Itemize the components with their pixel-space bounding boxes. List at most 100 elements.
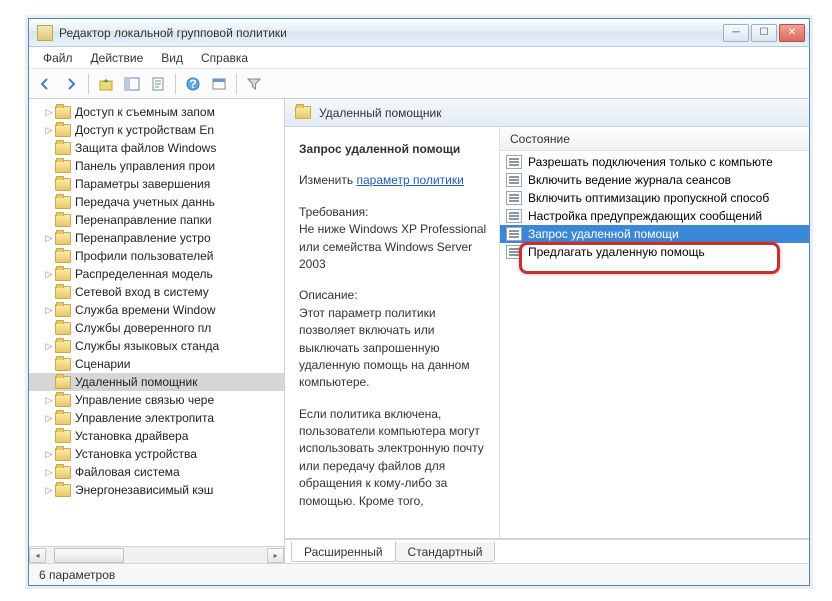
menu-file[interactable]: Файл: [35, 49, 81, 67]
edit-policy-link[interactable]: параметр политики: [356, 173, 463, 187]
expand-icon[interactable]: ▷: [43, 125, 55, 136]
tree-item[interactable]: Защита файлов Windows: [29, 139, 284, 157]
export-button[interactable]: [146, 72, 170, 96]
menu-view[interactable]: Вид: [153, 49, 191, 67]
change-label: Изменить: [299, 173, 353, 187]
maximize-button[interactable]: ☐: [751, 24, 777, 42]
list-item-label: Запрос удаленной помощи: [528, 227, 679, 241]
list-item-label: Разрешать подключения только с компьюте: [528, 155, 773, 169]
tree-item[interactable]: ▷Управление электропита: [29, 409, 284, 427]
tree-item[interactable]: ▷ Распределенная модель: [29, 265, 284, 283]
tree-item[interactable]: Удаленный помощник: [29, 373, 284, 391]
tree-item-label: Параметры завершения: [75, 177, 210, 191]
tree-item[interactable]: ▷Управление связью чере: [29, 391, 284, 409]
tree-item-label: Доступ к устройствам En: [75, 123, 214, 137]
forward-button[interactable]: [59, 72, 83, 96]
policy-icon: [506, 173, 522, 187]
tree-item-label: Защита файлов Windows: [75, 141, 216, 155]
list-item[interactable]: Разрешать подключения только с компьюте: [500, 153, 809, 171]
list-item[interactable]: Предлагать удаленную помощь: [500, 243, 809, 261]
tree-panel[interactable]: ▷ Доступ к съемным запом ▷ Доступ к устройс…: [29, 99, 285, 563]
tree-item-label: Сетевой вход в систему: [75, 285, 209, 299]
tab-standard[interactable]: Стандартный: [395, 541, 496, 562]
scroll-left-button[interactable]: ◂: [29, 548, 46, 563]
tree-item-label: Служба времени Window: [75, 303, 216, 317]
tree-item-label: Доступ к съемным запом: [75, 105, 215, 119]
menubar: Файл Действие Вид Справка: [29, 47, 809, 69]
tree-item[interactable]: Передача учетных даннь: [29, 193, 284, 211]
tree-item[interactable]: Установка драйвера: [29, 427, 284, 445]
list-item[interactable]: Включить оптимизацию пропускной способ: [500, 189, 809, 207]
folder-icon: [55, 484, 71, 497]
scroll-right-button[interactable]: ▸: [267, 548, 284, 563]
tree-item[interactable]: Профили пользователей: [29, 247, 284, 265]
requirements-heading: Требования:: [299, 204, 487, 221]
list-item[interactable]: Запрос удаленной помощи: [500, 225, 809, 243]
tree-item-label: Установка устройства: [75, 447, 197, 461]
tree-item[interactable]: ▷ Доступ к устройствам En: [29, 121, 284, 139]
folder-icon: [55, 160, 71, 173]
tree-item[interactable]: Перенаправление папки: [29, 211, 284, 229]
tab-extended[interactable]: Расширенный: [291, 541, 396, 562]
menu-action[interactable]: Действие: [83, 49, 152, 67]
filter-button[interactable]: [242, 72, 266, 96]
policy-list[interactable]: Состояние Разрешать подключения только с…: [499, 127, 809, 538]
tree-item[interactable]: ▷ Установка устройства: [29, 445, 284, 463]
tree-hscroll[interactable]: ◂ ▸: [29, 546, 284, 563]
expand-icon[interactable]: ▷: [43, 107, 55, 118]
tree-item[interactable]: ▷ Перенаправление устро: [29, 229, 284, 247]
tree-item-label: Перенаправление устро: [75, 231, 211, 245]
tree-item[interactable]: Панель управления прои: [29, 157, 284, 175]
folder-icon: [55, 124, 71, 137]
properties-button[interactable]: [207, 72, 231, 96]
expand-icon[interactable]: ▷: [43, 467, 55, 478]
policy-icon: [506, 227, 522, 241]
up-button[interactable]: [94, 72, 118, 96]
tree-item[interactable]: ▷ Доступ к съемным запом: [29, 103, 284, 121]
tree-item-label: Распределенная модель: [75, 267, 213, 281]
expand-icon[interactable]: ▷: [43, 269, 55, 280]
scroll-thumb[interactable]: [54, 548, 124, 563]
app-icon: [37, 25, 53, 41]
tree-item[interactable]: ▷Службы языковых станда: [29, 337, 284, 355]
back-button[interactable]: [33, 72, 57, 96]
tree-item[interactable]: ▷ Энергонезависимый кэш: [29, 481, 284, 499]
titlebar[interactable]: Редактор локальной групповой политики ─ …: [29, 19, 809, 47]
tree-item[interactable]: ▷ Файловая система: [29, 463, 284, 481]
tree-item[interactable]: ▷ Служба времени Window: [29, 301, 284, 319]
expand-icon[interactable]: ▷: [43, 449, 55, 460]
list-item[interactable]: Включить ведение журнала сеансов: [500, 171, 809, 189]
folder-icon: [55, 430, 71, 443]
svg-text:?: ?: [189, 77, 196, 91]
folder-icon: [55, 340, 71, 353]
app-window: Редактор локальной групповой политики ─ …: [28, 18, 810, 586]
tree-item[interactable]: Сценарии: [29, 355, 284, 373]
content-header: Удаленный помощник: [285, 99, 809, 127]
expand-icon[interactable]: ▷: [43, 395, 55, 406]
tree-item-label: Энергонезависимый кэш: [75, 483, 213, 497]
description-body: Этот параметр политики позволяет включат…: [299, 305, 487, 392]
tree-item[interactable]: Службы доверенного пл: [29, 319, 284, 337]
tree-item[interactable]: Сетевой вход в систему: [29, 283, 284, 301]
folder-icon: [55, 448, 71, 461]
close-button[interactable]: ✕: [779, 24, 805, 42]
tree-item-label: Панель управления прои: [75, 159, 215, 173]
expand-icon[interactable]: ▷: [43, 485, 55, 496]
menu-help[interactable]: Справка: [193, 49, 256, 67]
expand-icon[interactable]: ▷: [43, 305, 55, 316]
folder-icon: [55, 106, 71, 119]
expand-icon[interactable]: ▷: [43, 413, 55, 424]
list-column-header[interactable]: Состояние: [500, 127, 809, 151]
list-item-label: Предлагать удаленную помощь: [528, 245, 705, 259]
help-button[interactable]: ?: [181, 72, 205, 96]
policy-icon: [506, 245, 522, 259]
show-hide-tree-button[interactable]: [120, 72, 144, 96]
tree-item-label: Файловая система: [75, 465, 180, 479]
tree-item[interactable]: Параметры завершения: [29, 175, 284, 193]
tree-item-label: Установка драйвера: [75, 429, 188, 443]
folder-icon: [55, 412, 71, 425]
expand-icon[interactable]: ▷: [43, 233, 55, 244]
list-item[interactable]: Настройка предупреждающих сообщений: [500, 207, 809, 225]
minimize-button[interactable]: ─: [723, 24, 749, 42]
expand-icon[interactable]: ▷: [43, 341, 55, 352]
